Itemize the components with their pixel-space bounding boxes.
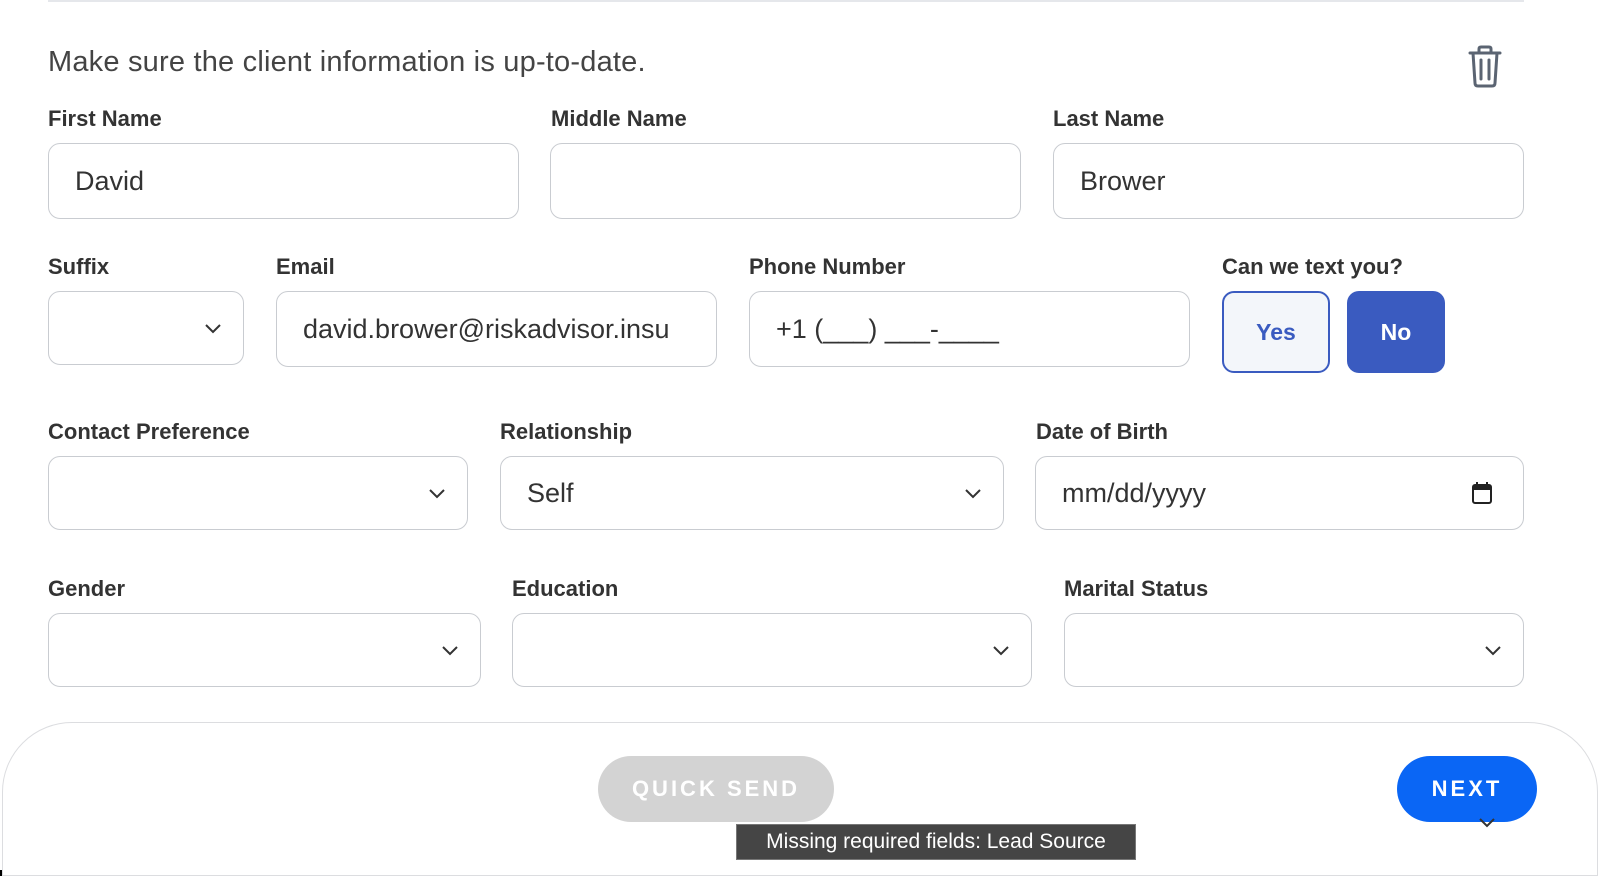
text-opt-in-label: Can we text you? <box>1222 254 1403 279</box>
text-opt-in-yes-button[interactable]: Yes <box>1222 291 1330 373</box>
contact-preference-select[interactable] <box>48 456 468 530</box>
phone-input[interactable]: +1 (___) ___-____ <box>749 291 1190 367</box>
gender-select[interactable] <box>48 613 481 687</box>
calendar-icon[interactable] <box>1471 481 1493 505</box>
chevron-down-icon <box>205 324 221 334</box>
middle-name-label: Middle Name <box>551 106 687 131</box>
last-name-value: Brower <box>1080 165 1166 196</box>
gender-label: Gender <box>48 576 126 601</box>
first-name-label: First Name <box>48 106 162 131</box>
relationship-label: Relationship <box>500 419 633 444</box>
dob-placeholder: mm/dd/yyyy <box>1062 477 1207 508</box>
chevron-down-icon <box>993 646 1009 656</box>
marital-status-label: Marital Status <box>1064 576 1209 601</box>
marital-status-select[interactable] <box>1064 613 1524 687</box>
middle-name-input[interactable] <box>550 143 1021 219</box>
divider <box>48 0 1524 2</box>
chevron-down-icon <box>965 489 981 499</box>
education-label: Education <box>512 576 619 601</box>
dob-input[interactable]: mm/dd/yyyy <box>1035 456 1524 530</box>
first-name-input[interactable]: David <box>48 143 519 219</box>
phone-label: Phone Number <box>749 254 906 279</box>
relationship-select[interactable]: Self <box>500 456 1004 530</box>
relationship-value: Self <box>527 477 574 508</box>
trash-icon[interactable] <box>1466 44 1504 88</box>
contact-preference-label: Contact Preference <box>48 419 250 444</box>
next-button[interactable]: NEXT <box>1397 756 1537 822</box>
chevron-down-icon <box>1485 646 1501 656</box>
missing-fields-tooltip: Missing required fields: Lead Source <box>736 824 1136 860</box>
suffix-select[interactable] <box>48 291 244 365</box>
email-input[interactable]: david.brower@riskadvisor.insu <box>276 291 717 367</box>
quick-send-button[interactable]: QUICK SEND <box>598 756 834 822</box>
first-name-value: David <box>75 165 145 196</box>
email-value: david.brower@riskadvisor.insu <box>303 313 670 344</box>
chevron-down-icon <box>442 646 458 656</box>
phone-value: +1 (___) ___-____ <box>776 313 999 344</box>
dob-label: Date of Birth <box>1036 419 1168 444</box>
chevron-down-icon <box>1479 818 1495 828</box>
email-label: Email <box>276 254 335 279</box>
chevron-down-icon <box>429 489 445 499</box>
form-intro: Make sure the client information is up-t… <box>48 46 646 78</box>
education-select[interactable] <box>512 613 1032 687</box>
last-name-label: Last Name <box>1053 106 1165 131</box>
text-opt-in-no-button[interactable]: No <box>1347 291 1445 373</box>
last-name-input[interactable]: Brower <box>1053 143 1524 219</box>
suffix-label: Suffix <box>48 254 110 279</box>
